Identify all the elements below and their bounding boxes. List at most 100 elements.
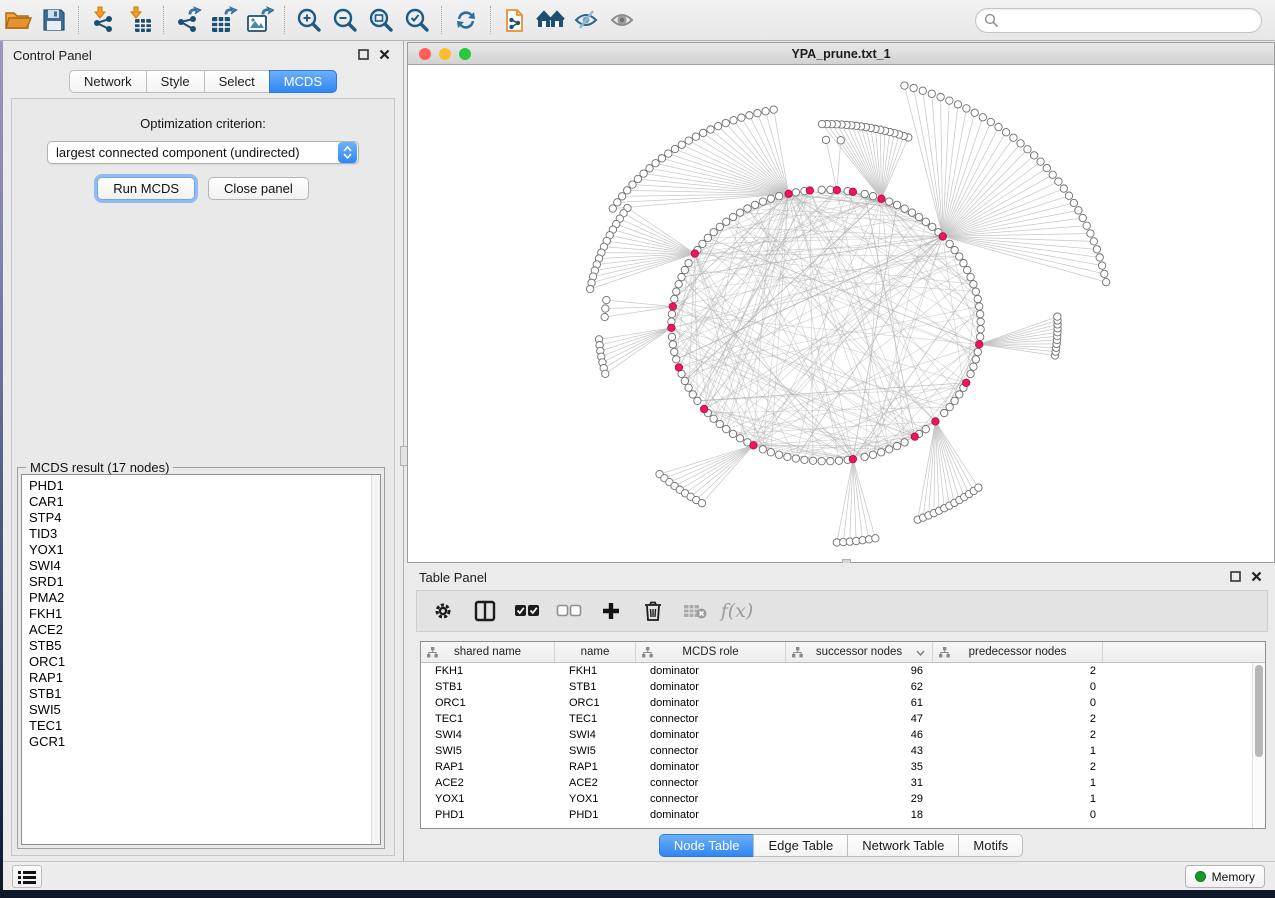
cell-shared-name[interactable]: FKH1	[421, 663, 555, 679]
window-close-traffic-button[interactable]	[419, 48, 431, 60]
mcds-result-item[interactable]: YOX1	[29, 542, 380, 558]
mcds-result-item[interactable]: STB1	[29, 686, 380, 702]
table-row[interactable]: YOX1 YOX1 connector 29 1	[421, 791, 1252, 807]
cell-successor-nodes[interactable]: 46	[786, 727, 933, 743]
apply-layout-button[interactable]	[448, 3, 484, 37]
network-canvas[interactable]	[408, 65, 1274, 562]
cell-mcds-role[interactable]: dominator	[636, 807, 786, 823]
cell-shared-name[interactable]: STB1	[421, 679, 555, 695]
zoom-in-button[interactable]	[291, 3, 327, 37]
table-row[interactable]: PHD1 PHD1 dominator 18 0	[421, 807, 1252, 823]
cell-successor-nodes[interactable]: 43	[786, 743, 933, 759]
select-all-button[interactable]	[513, 597, 541, 625]
task-history-button[interactable]	[12, 865, 42, 888]
cell-successor-nodes[interactable]: 35	[786, 759, 933, 775]
open-session-button[interactable]	[0, 3, 36, 37]
cell-mcds-role[interactable]: dominator	[636, 679, 786, 695]
import-network-button[interactable]	[85, 3, 121, 37]
cell-successor-nodes[interactable]: 47	[786, 711, 933, 727]
table-row[interactable]: SWI4 SWI4 dominator 46 2	[421, 727, 1252, 743]
table-row[interactable]: RAP1 RAP1 dominator 35 2	[421, 759, 1252, 775]
mcds-result-item[interactable]: PHD1	[29, 478, 380, 494]
function-builder-button[interactable]: f(x)	[723, 597, 751, 625]
mcds-result-item[interactable]: GCR1	[29, 734, 380, 750]
control-panel-float-button[interactable]	[357, 48, 370, 61]
tab-select[interactable]: Select	[204, 70, 269, 93]
home-button[interactable]	[533, 3, 569, 37]
table-scrollbar[interactable]	[1252, 663, 1265, 828]
cell-predecessor-nodes[interactable]: 0	[933, 695, 1103, 711]
cell-predecessor-nodes[interactable]: 2	[933, 711, 1103, 727]
mcds-result-item[interactable]: SWI5	[29, 702, 380, 718]
run-mcds-button[interactable]: Run MCDS	[97, 177, 195, 200]
cell-shared-name[interactable]: ACE2	[421, 775, 555, 791]
cell-name[interactable]: SWI5	[555, 743, 636, 759]
tab-style[interactable]: Style	[146, 70, 204, 93]
zoom-out-button[interactable]	[327, 3, 363, 37]
cell-mcds-role[interactable]: dominator	[636, 663, 786, 679]
show-visual-details-button[interactable]	[605, 3, 641, 37]
cell-successor-nodes[interactable]: 61	[786, 695, 933, 711]
table-mode-button[interactable]	[429, 597, 457, 625]
table-row[interactable]: SWI5 SWI5 connector 43 1	[421, 743, 1252, 759]
cell-shared-name[interactable]: TEC1	[421, 711, 555, 727]
delete-columns-button[interactable]	[639, 597, 667, 625]
cell-predecessor-nodes[interactable]: 2	[933, 663, 1103, 679]
cell-name[interactable]: STB1	[555, 679, 636, 695]
tab-node-table[interactable]: Node Table	[659, 834, 754, 857]
cell-successor-nodes[interactable]: 62	[786, 679, 933, 695]
cell-name[interactable]: ACE2	[555, 775, 636, 791]
cell-name[interactable]: SWI4	[555, 727, 636, 743]
cell-name[interactable]: ORC1	[555, 695, 636, 711]
export-table-button[interactable]	[206, 3, 242, 37]
cell-name[interactable]: YOX1	[555, 791, 636, 807]
optimization-criterion-select[interactable]: largest connected component (undirected)	[47, 141, 359, 164]
search-box[interactable]	[975, 8, 1262, 33]
cell-shared-name[interactable]: ORC1	[421, 695, 555, 711]
cell-predecessor-nodes[interactable]: 0	[933, 807, 1103, 823]
cell-predecessor-nodes[interactable]: 0	[933, 679, 1103, 695]
cell-shared-name[interactable]: RAP1	[421, 759, 555, 775]
cell-mcds-role[interactable]: connector	[636, 711, 786, 727]
cell-shared-name[interactable]: SWI4	[421, 727, 555, 743]
mcds-result-item[interactable]: SWI4	[29, 558, 380, 574]
window-zoom-traffic-button[interactable]	[459, 48, 471, 60]
cell-mcds-role[interactable]: dominator	[636, 727, 786, 743]
mcds-result-item[interactable]: ACE2	[29, 622, 380, 638]
column-header-name[interactable]: name	[555, 642, 636, 662]
table-row[interactable]: STB1 STB1 dominator 62 0	[421, 679, 1252, 695]
show-column-panel-button[interactable]	[471, 597, 499, 625]
mcds-result-item[interactable]: STB5	[29, 638, 380, 654]
cell-successor-nodes[interactable]: 31	[786, 775, 933, 791]
close-panel-button[interactable]: Close panel	[208, 177, 309, 200]
table-panel-close-button[interactable]	[1250, 570, 1263, 583]
table-row[interactable]: ACE2 ACE2 connector 31 1	[421, 775, 1252, 791]
cell-predecessor-nodes[interactable]: 2	[933, 727, 1103, 743]
cell-predecessor-nodes[interactable]: 1	[933, 775, 1103, 791]
table-row[interactable]: FKH1 FKH1 dominator 96 2	[421, 663, 1252, 679]
zoom-fit-button[interactable]	[363, 3, 399, 37]
table-row[interactable]: ORC1 ORC1 dominator 61 0	[421, 695, 1252, 711]
import-table-button[interactable]	[121, 3, 157, 37]
delete-table-button[interactable]	[681, 597, 709, 625]
table-row[interactable]: TEC1 TEC1 connector 47 2	[421, 711, 1252, 727]
cell-mcds-role[interactable]: dominator	[636, 759, 786, 775]
mcds-result-item[interactable]: TEC1	[29, 718, 380, 734]
create-column-button[interactable]	[597, 597, 625, 625]
mcds-result-list[interactable]: PHD1 CAR1 STP4 TID3 YOX1 SWI4 SRD1	[21, 474, 381, 845]
column-header-successor-nodes[interactable]: successor nodes	[786, 642, 933, 662]
cell-name[interactable]: TEC1	[555, 711, 636, 727]
mcds-result-item[interactable]: TID3	[29, 526, 380, 542]
mcds-result-item[interactable]: ORC1	[29, 654, 380, 670]
column-header-shared-name[interactable]: shared name	[421, 642, 555, 662]
cell-name[interactable]: PHD1	[555, 807, 636, 823]
cell-successor-nodes[interactable]: 18	[786, 807, 933, 823]
mcds-result-item[interactable]: SRD1	[29, 574, 380, 590]
column-header-mcds-role[interactable]: MCDS role	[636, 642, 786, 662]
control-panel-close-button[interactable]	[378, 48, 391, 61]
deselect-all-button[interactable]	[555, 597, 583, 625]
tab-network[interactable]: Network	[69, 70, 146, 93]
cell-successor-nodes[interactable]: 96	[786, 663, 933, 679]
cell-mcds-role[interactable]: connector	[636, 743, 786, 759]
tab-mcds[interactable]: MCDS	[269, 70, 337, 93]
